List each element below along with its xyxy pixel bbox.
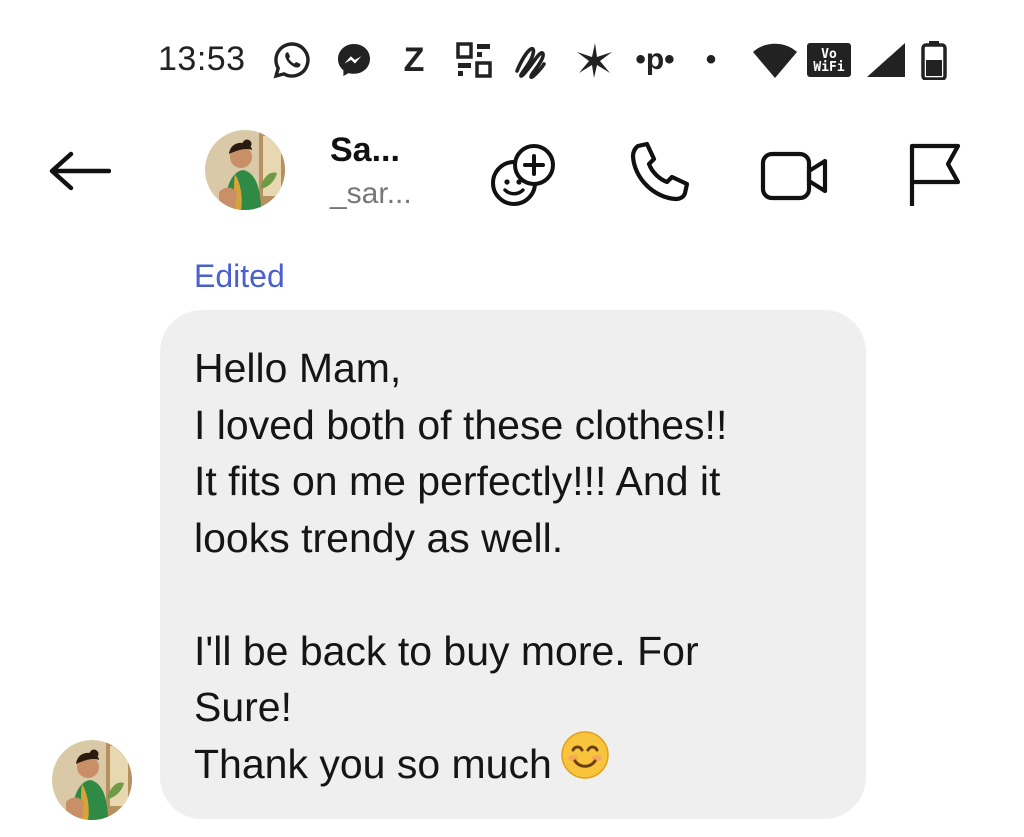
- flag-icon: [909, 143, 961, 206]
- vowifi-bottom-text: WiFi: [813, 60, 845, 75]
- arrow-left-icon: [49, 151, 111, 191]
- back-button[interactable]: [44, 146, 114, 196]
- paytm-icon: •p•: [635, 43, 675, 76]
- message-line: Sure!: [194, 684, 292, 730]
- message-line: I'll be back to buy more. For: [194, 627, 699, 674]
- message-line: It fits on me perfectly!!! And it: [194, 458, 721, 504]
- message-line-text: Thank you so much: [194, 740, 552, 787]
- dot-icon: •: [705, 43, 717, 76]
- edited-label: Edited: [194, 258, 285, 294]
- status-bar: 13:53 Z •p• • Vo WiFi: [0, 0, 1024, 110]
- signal-icon: [864, 40, 908, 80]
- status-time: 13:53: [158, 40, 246, 78]
- battery-icon: [918, 40, 950, 80]
- spark-app-icon: [575, 40, 615, 80]
- message-line: Hello Mam,: [194, 345, 402, 391]
- message-line: I loved both of these clothes!!: [194, 401, 728, 448]
- messenger-icon: [333, 40, 375, 80]
- wifi-icon: [750, 40, 800, 80]
- contact-info[interactable]: Sa... _sar...: [330, 130, 480, 214]
- voice-call-button[interactable]: [622, 138, 696, 212]
- contact-name: Sa...: [330, 131, 400, 169]
- report-button[interactable]: [896, 138, 970, 212]
- contact-handle: _sar...: [330, 177, 412, 210]
- add-emoji-button[interactable]: [486, 138, 560, 212]
- smiling-face-emoji: [560, 730, 610, 795]
- vowifi-icon: Vo WiFi: [806, 40, 852, 80]
- message-line: looks trendy as well.: [194, 514, 564, 561]
- sender-avatar[interactable]: [52, 740, 132, 820]
- whatsapp-icon: [271, 40, 313, 80]
- message-line: [194, 566, 832, 623]
- z-app-icon: Z: [403, 40, 425, 79]
- video-call-button[interactable]: [758, 138, 832, 212]
- qr-app-icon: [454, 40, 494, 80]
- video-icon: [760, 151, 828, 201]
- phone-icon: [630, 141, 690, 202]
- message-bubble[interactable]: Hello Mam, I loved both of these clothes…: [160, 310, 866, 819]
- add-emoji-icon: [491, 144, 555, 206]
- contact-avatar[interactable]: [205, 130, 285, 210]
- swirl-app-icon: [512, 40, 554, 80]
- chat-header: Sa... _sar...: [0, 112, 1024, 222]
- message-last-line: Thank you so much: [194, 731, 832, 795]
